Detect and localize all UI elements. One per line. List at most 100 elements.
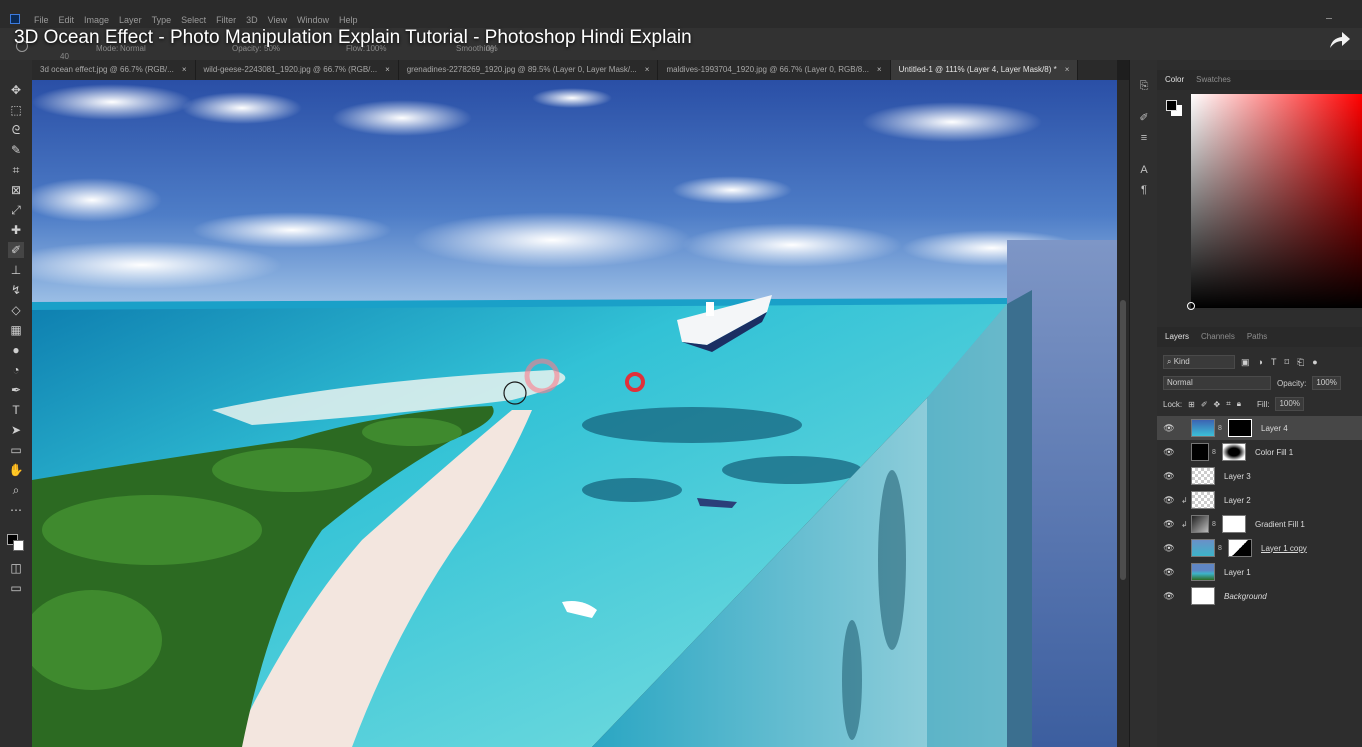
rectangle-tool-icon[interactable]: ▭ bbox=[8, 442, 24, 458]
lock-pixels-icon[interactable]: ✐ bbox=[1201, 400, 1208, 409]
mask-link-icon[interactable]: 8 bbox=[1218, 545, 1226, 552]
brush-tool-icon[interactable]: ✐ bbox=[8, 242, 24, 258]
background-color-swatch[interactable] bbox=[13, 540, 24, 551]
mask-link-icon[interactable]: 8 bbox=[1218, 425, 1226, 432]
adjustment-filter-icon[interactable]: ◑ bbox=[1258, 357, 1263, 368]
eraser-tool-icon[interactable]: ◇ bbox=[8, 302, 24, 318]
blur-tool-icon[interactable]: ● bbox=[8, 342, 24, 358]
layer-row-layer-1-copy[interactable]: 👁︎ 8 Layer 1 copy bbox=[1157, 536, 1362, 560]
brush-settings-icon[interactable]: ✐ bbox=[1138, 112, 1150, 124]
tab-untitled-1[interactable]: Untitled-1 @ 111% (Layer 4, Layer Mask/8… bbox=[890, 60, 1079, 80]
filter-kind-select[interactable]: ⌕ Kind bbox=[1163, 355, 1235, 369]
visibility-eye-icon[interactable]: 👁︎ bbox=[1157, 567, 1181, 578]
more-tools-icon[interactable]: ⋯ bbox=[8, 502, 24, 518]
visibility-eye-icon[interactable]: 👁︎ bbox=[1157, 471, 1181, 482]
smart-object-filter-icon[interactable]: ⎗ bbox=[1297, 357, 1304, 368]
menu-image[interactable]: Image bbox=[84, 15, 109, 25]
visibility-eye-icon[interactable]: 👁︎ bbox=[1157, 591, 1181, 602]
filter-toggle-icon[interactable]: ● bbox=[1312, 357, 1317, 368]
type-filter-icon[interactable]: T bbox=[1271, 357, 1277, 368]
layer-mask-thumbnail[interactable] bbox=[1228, 419, 1252, 437]
hand-tool-icon[interactable]: ✋ bbox=[8, 462, 24, 478]
tab-swatches[interactable]: Swatches bbox=[1196, 70, 1231, 90]
menu-window[interactable]: Window bbox=[297, 15, 329, 25]
layer-row-gradient-fill-1[interactable]: 👁︎ ↲ 8 Gradient Fill 1 bbox=[1157, 512, 1362, 536]
layer-row-color-fill-1[interactable]: 👁︎ 8 Color Fill 1 bbox=[1157, 440, 1362, 464]
dodge-tool-icon[interactable]: ◔ bbox=[8, 362, 24, 378]
menu-filter[interactable]: Filter bbox=[216, 15, 236, 25]
tab-wild-geese[interactable]: wild-geese-2243081_1920.jpg @ 66.7% (RGB… bbox=[196, 60, 399, 80]
image-filter-icon[interactable]: ▣ bbox=[1241, 357, 1250, 368]
path-select-tool-icon[interactable]: ➤ bbox=[8, 422, 24, 438]
history-brush-tool-icon[interactable]: ↯ bbox=[8, 282, 24, 298]
paragraph-panel-icon[interactable]: ¶ bbox=[1138, 184, 1150, 196]
visibility-eye-icon[interactable]: 👁︎ bbox=[1157, 495, 1181, 506]
tab-maldives[interactable]: maldives-1993704_1920.jpg @ 66.7% (Layer… bbox=[658, 60, 891, 80]
blend-mode-select[interactable]: Normal bbox=[1163, 376, 1271, 390]
quick-mask-icon[interactable]: ◫ bbox=[8, 560, 24, 576]
menu-3d[interactable]: 3D bbox=[246, 15, 258, 25]
tab-3d-ocean-effect[interactable]: 3d ocean effect.jpg @ 66.7% (RGB/... × bbox=[32, 60, 196, 80]
gradient-tool-icon[interactable]: ▦ bbox=[8, 322, 24, 338]
visibility-eye-icon[interactable]: 👁︎ bbox=[1157, 519, 1181, 530]
layer-row-layer-2[interactable]: 👁︎ ↲ Layer 2 bbox=[1157, 488, 1362, 512]
menu-view[interactable]: View bbox=[268, 15, 287, 25]
layer-mask-thumbnail[interactable] bbox=[1222, 515, 1246, 533]
menu-help[interactable]: Help bbox=[339, 15, 358, 25]
lock-artboard-icon[interactable]: ⌗ bbox=[1226, 399, 1231, 409]
tab-channels[interactable]: Channels bbox=[1201, 327, 1235, 347]
tab-grenadines[interactable]: grenadines-2278269_1920.jpg @ 89.5% (Lay… bbox=[399, 60, 659, 80]
menu-file[interactable]: File bbox=[34, 15, 49, 25]
crop-tool-icon[interactable]: ⌗ bbox=[8, 162, 24, 178]
layer-row-layer-1[interactable]: 👁︎ Layer 1 bbox=[1157, 560, 1362, 584]
tab-color[interactable]: Color bbox=[1165, 70, 1184, 90]
visibility-eye-icon[interactable]: 👁︎ bbox=[1157, 543, 1181, 554]
menu-edit[interactable]: Edit bbox=[59, 15, 75, 25]
layer-mask-thumbnail[interactable] bbox=[1222, 443, 1246, 461]
color-foreground-swatch[interactable] bbox=[1166, 100, 1177, 111]
lasso-tool-icon[interactable]: ᘓ bbox=[8, 122, 24, 138]
close-icon[interactable]: × bbox=[182, 60, 187, 80]
zoom-tool-icon[interactable]: ⌕ bbox=[8, 482, 24, 498]
quick-select-tool-icon[interactable]: ✎ bbox=[8, 142, 24, 158]
tab-layers[interactable]: Layers bbox=[1165, 327, 1189, 347]
visibility-eye-icon[interactable]: 👁︎ bbox=[1157, 423, 1181, 434]
shape-filter-icon[interactable]: ⌑ bbox=[1284, 357, 1289, 368]
eyedropper-tool-icon[interactable]: ⤢ bbox=[8, 202, 24, 218]
screen-mode-icon[interactable]: ▭ bbox=[8, 580, 24, 596]
pen-tool-icon[interactable]: ✒ bbox=[8, 382, 24, 398]
layer-opacity-input[interactable]: 100% bbox=[1312, 376, 1341, 390]
type-tool-icon[interactable]: T bbox=[8, 402, 24, 418]
minimize-icon[interactable] bbox=[1326, 18, 1332, 19]
visibility-eye-icon[interactable]: 👁︎ bbox=[1157, 447, 1181, 458]
character-panel-icon[interactable]: A bbox=[1138, 164, 1150, 176]
layer-row-layer-4[interactable]: 👁︎ 8 Layer 4 bbox=[1157, 416, 1362, 440]
move-tool-icon[interactable]: ✥ bbox=[8, 82, 24, 98]
history-panel-icon[interactable]: ⎘ bbox=[1138, 80, 1150, 92]
menu-layer[interactable]: Layer bbox=[119, 15, 142, 25]
color-picker-field[interactable] bbox=[1187, 94, 1362, 310]
close-icon[interactable]: × bbox=[385, 60, 390, 80]
tab-paths[interactable]: Paths bbox=[1247, 327, 1267, 347]
layer-row-background[interactable]: 👁︎ Background bbox=[1157, 584, 1362, 608]
lock-all-icon[interactable]: 🔒︎ bbox=[1237, 399, 1241, 409]
layer-row-layer-3[interactable]: 👁︎ Layer 3 bbox=[1157, 464, 1362, 488]
canvas-vertical-scrollbar[interactable] bbox=[1117, 80, 1129, 747]
mask-link-icon[interactable]: 8 bbox=[1212, 449, 1220, 456]
healing-tool-icon[interactable]: ✚ bbox=[8, 222, 24, 238]
stamp-tool-icon[interactable]: ⊥ bbox=[8, 262, 24, 278]
close-icon[interactable]: × bbox=[1065, 60, 1070, 80]
lock-transparency-icon[interactable]: ⊞ bbox=[1188, 400, 1195, 409]
share-icon[interactable] bbox=[1326, 28, 1352, 52]
close-icon[interactable]: × bbox=[877, 60, 882, 80]
lock-position-icon[interactable]: ✥ bbox=[1214, 400, 1221, 409]
fill-input[interactable]: 100% bbox=[1275, 397, 1304, 411]
menu-select[interactable]: Select bbox=[181, 15, 206, 25]
frame-tool-icon[interactable]: ⊠ bbox=[8, 182, 24, 198]
color-picker-cursor[interactable] bbox=[1187, 302, 1195, 310]
layer-mask-thumbnail[interactable] bbox=[1228, 539, 1252, 557]
menu-type[interactable]: Type bbox=[152, 15, 172, 25]
document-canvas[interactable] bbox=[32, 80, 1117, 747]
scrollbar-thumb[interactable] bbox=[1120, 300, 1126, 580]
close-icon[interactable]: × bbox=[645, 60, 650, 80]
